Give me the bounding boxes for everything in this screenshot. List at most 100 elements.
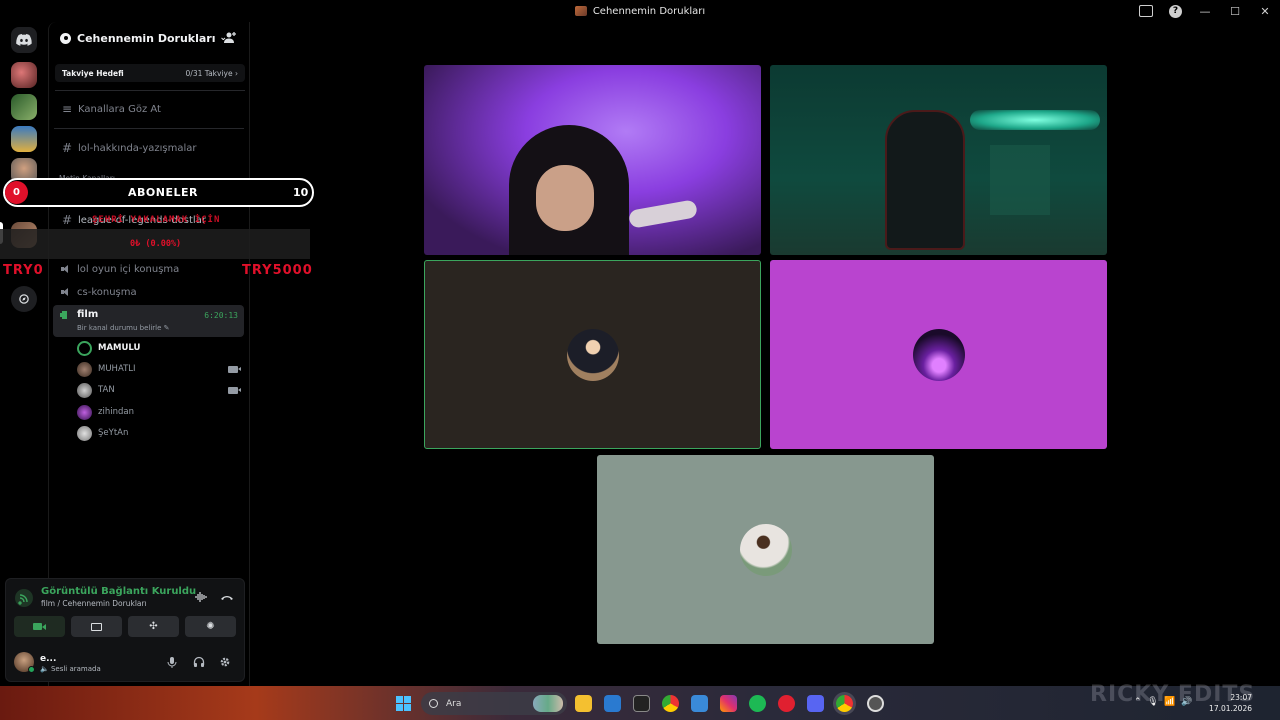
channel-label: cs-konuşma <box>77 286 137 298</box>
speaker-icon <box>60 264 72 274</box>
invite-people-icon[interactable] <box>223 31 237 45</box>
soundboard-button[interactable]: ✺ <box>185 616 236 637</box>
chrome-active-icon[interactable] <box>836 695 853 712</box>
video-tile-4[interactable] <box>770 260 1107 449</box>
avatar <box>739 523 792 576</box>
list-icon: ≡ <box>61 102 73 116</box>
server-icon-2[interactable] <box>11 94 37 120</box>
microphone-icon[interactable] <box>166 656 178 668</box>
connection-location[interactable]: film / Cehennemin Dorukları <box>41 599 147 608</box>
settings-gear-icon[interactable] <box>219 656 231 668</box>
user-status: 🔈 Sesli aramada <box>40 665 101 673</box>
video-tile-3[interactable] <box>424 260 761 449</box>
taskbar-search[interactable]: Ara <box>421 692 567 715</box>
browse-channels[interactable]: ≡ Kanallara Göz At <box>54 99 244 119</box>
video-tile-5[interactable] <box>597 455 934 644</box>
activities-button[interactable]: ✣ <box>128 616 179 637</box>
clock-time: 23:07 <box>1230 693 1252 702</box>
epic-games-icon[interactable] <box>633 695 650 712</box>
window-title: Cehennemin Dorukları <box>592 5 706 17</box>
close-button[interactable]: ✕ <box>1250 5 1280 18</box>
donation-current: TRY0 <box>3 263 44 278</box>
voice-member[interactable]: zihindan <box>77 403 134 421</box>
voice-member[interactable]: TAN <box>77 381 115 399</box>
channel-label: lol-hakkında-yazışmalar <box>78 142 197 154</box>
avatar <box>77 425 92 441</box>
connection-status[interactable]: Görüntülü Bağlantı Kuruldu <box>41 586 196 597</box>
member-name: MUHATLI <box>98 364 136 374</box>
boost-progress: 0/31 Takviye <box>185 68 233 78</box>
tray-icons[interactable]: ⌃ 🎙 📶 🔊 <box>1134 697 1193 707</box>
discover-icon[interactable] <box>11 286 37 312</box>
set-channel-status[interactable]: Bir kanal durumu belirle ✎ <box>77 324 170 332</box>
avatar <box>566 328 619 381</box>
camera-button[interactable] <box>14 616 65 637</box>
hash-icon: # <box>61 213 73 227</box>
member-name: MAMULU <box>98 343 141 353</box>
microphone-shape <box>627 199 699 229</box>
online-status-icon <box>28 666 35 673</box>
minimize-button[interactable]: — <box>1190 5 1220 18</box>
screen-share-button[interactable] <box>71 616 122 637</box>
system-tray-clock[interactable]: 23:07 17.01.2026 <box>1209 692 1252 714</box>
call-timer: 6:20:13 <box>204 311 238 320</box>
activities-icon: ✣ <box>149 621 158 632</box>
donation-target: TRY5000 <box>242 263 313 278</box>
voice-member[interactable]: MAMULU <box>77 339 140 357</box>
divider <box>55 90 245 91</box>
discord-home-icon[interactable] <box>11 27 37 53</box>
server-header[interactable]: Cehennemin Dorukları ⌄ <box>49 22 251 54</box>
hash-icon: # <box>61 141 73 155</box>
server-icon-1[interactable] <box>11 62 37 88</box>
discord-icon[interactable] <box>807 695 824 712</box>
user-status-label: Sesli aramada <box>50 665 101 673</box>
voice-member[interactable]: ŞeYtAn <box>77 424 128 442</box>
steam-icon[interactable] <box>867 695 884 712</box>
avatar <box>77 404 92 420</box>
user-name: e... <box>40 654 57 664</box>
voice-channel-lol[interactable]: lol oyun içi konuşma <box>54 259 244 279</box>
cabinet-shape <box>990 145 1050 215</box>
windows-start-icon[interactable] <box>396 696 411 711</box>
gaming-chair-shape <box>885 110 965 250</box>
member-name: ŞeYtAn <box>98 428 129 438</box>
boost-goal-bar[interactable]: Takviye Hedefi 0/31 Takviye › <box>55 64 245 82</box>
camera-lens-icon <box>42 623 46 630</box>
voice-member[interactable]: MUHATLI <box>77 360 136 378</box>
channel-lol-writing[interactable]: # lol-hakkında-yazışmalar <box>54 138 244 158</box>
voice-channel-cs[interactable]: cs-konuşma <box>54 282 244 302</box>
app-icon[interactable] <box>778 695 795 712</box>
user-panel[interactable]: e... 🔈 Sesli aramada <box>14 652 244 678</box>
disconnect-icon[interactable] <box>220 593 234 601</box>
camera-icon <box>228 366 241 373</box>
chrome-icon[interactable] <box>662 695 679 712</box>
search-icon <box>429 699 438 708</box>
soundboard-icon: ✺ <box>206 621 215 632</box>
voice-channel-film[interactable]: film 6:20:13 Bir kanal durumu belirle ✎ <box>53 305 244 337</box>
spotify-icon[interactable] <box>749 695 766 712</box>
subscriber-goal-target: 10 <box>293 186 309 199</box>
connection-signal-icon <box>15 589 33 607</box>
help-icon[interactable]: ? <box>1169 4 1182 18</box>
instagram-icon[interactable] <box>720 695 737 712</box>
maximize-button[interactable]: ☐ <box>1220 5 1250 18</box>
server-icon-3[interactable] <box>11 126 37 152</box>
video-tile-2[interactable] <box>770 65 1107 255</box>
screen-share-icon <box>91 622 102 631</box>
subscriber-count: 0 <box>5 181 28 204</box>
server-name: Cehennemin Dorukları <box>77 31 216 45</box>
mail-icon[interactable] <box>691 695 708 712</box>
divider <box>54 128 244 129</box>
headphones-icon[interactable] <box>193 656 205 668</box>
store-icon[interactable] <box>604 695 621 712</box>
video-tile-1[interactable] <box>424 65 761 255</box>
channel-status-label: Bir kanal durumu belirle <box>77 324 162 332</box>
server-badge-icon <box>60 32 71 44</box>
donation-goal-label: ŞEHRİ YAKALAMAK İÇİN <box>92 215 221 225</box>
file-explorer-icon[interactable] <box>575 695 592 712</box>
noise-suppression-icon[interactable] <box>195 591 207 603</box>
camera-icon <box>228 387 241 394</box>
inbox-icon[interactable] <box>1139 5 1153 17</box>
member-name: TAN <box>98 385 115 395</box>
channel-label: lol oyun içi konuşma <box>77 263 180 275</box>
